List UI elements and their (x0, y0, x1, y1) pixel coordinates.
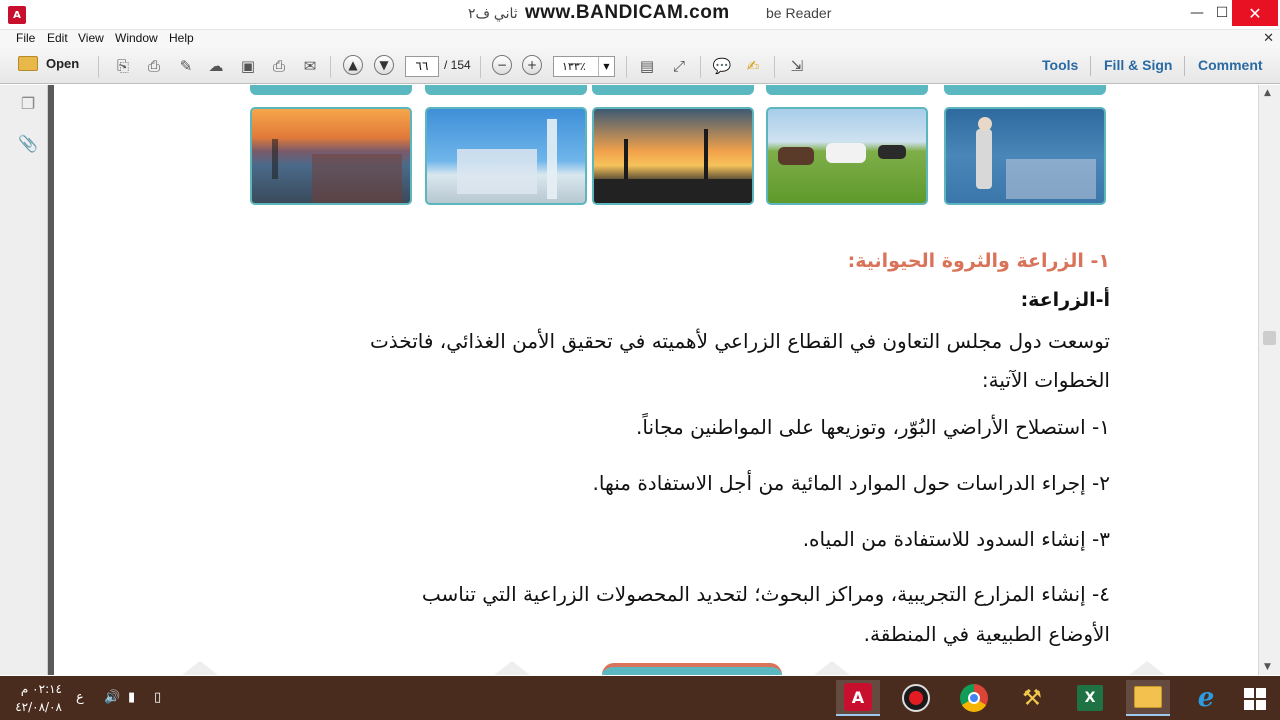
page-total: / 154 (444, 58, 471, 72)
tools-link[interactable]: Tools (1042, 57, 1078, 73)
vertical-scrollbar[interactable]: ▲ ▼ (1258, 85, 1280, 675)
highlight-icon[interactable]: ✍ (742, 56, 764, 76)
chrome-icon (960, 684, 988, 712)
refinery-image (592, 107, 754, 205)
expand-icon[interactable]: ⇲ (786, 56, 808, 76)
title-bar: A ثاني ف٢ www.BANDICAM.com be Reader — ☐… (0, 0, 1280, 30)
bandicam-watermark: www.BANDICAM.com (522, 2, 733, 24)
clock-date: ٤٢/٠٨/٠٨ (15, 700, 62, 714)
fit-page-icon[interactable]: ▤ (636, 56, 658, 76)
list-item: ١- استصلاح الأراضي البُوّر، وتوزيعها على… (636, 415, 1110, 439)
network-icon[interactable]: ▮ (128, 690, 135, 705)
taskbar-acrobat[interactable]: A (836, 680, 880, 716)
edit-pdf-icon[interactable]: ✎ (175, 56, 197, 76)
comment-link[interactable]: Comment (1198, 57, 1263, 73)
cows-pasture-image (766, 107, 928, 205)
taskbar-ie[interactable]: e (1184, 680, 1228, 716)
battery-icon[interactable]: ▯ (154, 690, 161, 705)
scroll-up-icon[interactable]: ▲ (1264, 88, 1271, 98)
page-thumbnails-icon[interactable]: ❐ (18, 93, 38, 113)
chevron-down-icon: ▼ (598, 57, 614, 76)
zoom-in-button[interactable]: + (522, 55, 542, 75)
fit-width-icon[interactable]: ⤢ (668, 56, 690, 76)
toolbar: Open ⎘ ⎙ ✎ ☁ ▣ ⎙ ✉ ▲ ▼ − + ▤ ⤢ 💬 ✍ ⇲ (0, 48, 1280, 84)
taskbar-file-explorer[interactable] (1126, 680, 1170, 716)
folder-icon (1134, 686, 1162, 708)
navigation-pane: ❐ 📎 (0, 85, 48, 675)
attachments-icon[interactable]: 📎 (18, 133, 38, 153)
next-page-button[interactable]: ▼ (374, 55, 394, 75)
system-clock[interactable]: ٠٢:١٤ م ٤٢/٠٨/٠٨ (12, 680, 62, 716)
zoom-select[interactable]: ١٣٣٪ ▼ (553, 56, 615, 77)
menu-view[interactable]: View (78, 31, 104, 45)
menu-file[interactable]: File (16, 31, 35, 45)
previous-page-button[interactable]: ▲ (343, 55, 363, 75)
adobe-reader-icon: A (8, 6, 26, 24)
document-view: ١- الزراعة والثروة الحيوانية: أ-الزراعة:… (54, 85, 1258, 675)
record-icon (902, 684, 930, 712)
page-number-input[interactable]: ٦٦ (405, 56, 439, 77)
category-tab (425, 85, 587, 95)
print-icon[interactable]: ⎙ (268, 56, 290, 76)
taskbar-tool[interactable]: ⚒ (1010, 680, 1054, 716)
industrial-plant-image (425, 107, 587, 205)
category-tab (766, 85, 928, 95)
taskbar-bandicam[interactable] (894, 680, 938, 716)
windows-start-icon[interactable] (1244, 688, 1266, 710)
paragraph-line: توسعت دول مجلس التعاون في القطاع الزراعي… (369, 329, 1110, 353)
open-button[interactable]: Open (18, 56, 79, 71)
open-label: Open (46, 56, 80, 71)
taskbar-excel[interactable]: X (1068, 680, 1112, 716)
zoom-value: ١٣٣٪ (562, 60, 586, 73)
internet-explorer-icon: e (1197, 683, 1215, 713)
export-pdf-icon[interactable]: ⎙ (143, 56, 165, 76)
zoom-out-button[interactable]: − (492, 55, 512, 75)
menu-help[interactable]: Help (169, 31, 194, 45)
section-heading: ١- الزراعة والثروة الحيوانية: (847, 250, 1110, 272)
wrench-icon: ⚒ (1022, 685, 1042, 711)
list-item: ٣- إنشاء السدود للاستفادة من المياه. (802, 527, 1110, 551)
scrollbar-thumb[interactable] (1263, 331, 1276, 345)
save-icon[interactable]: ▣ (237, 56, 259, 76)
category-tab (250, 85, 412, 95)
acrobat-icon: A (844, 683, 872, 711)
email-icon[interactable]: ✉ (299, 56, 321, 76)
fisherman-image (944, 107, 1106, 205)
list-item: الأوضاع الطبيعية في المنطقة. (863, 622, 1110, 646)
upload-cloud-icon[interactable]: ☁ (205, 56, 227, 76)
scroll-down-icon[interactable]: ▼ (1264, 662, 1271, 672)
create-pdf-icon[interactable]: ⎘ (112, 56, 134, 76)
taskbar-chrome[interactable] (952, 680, 996, 716)
close-button[interactable]: ✕ (1232, 0, 1278, 26)
comment-bubble-icon[interactable]: 💬 (711, 56, 733, 76)
language-indicator[interactable]: ع (76, 690, 84, 705)
list-item: ٢- إجراء الدراسات حول الموارد المائية من… (592, 471, 1110, 495)
fill-sign-link[interactable]: Fill & Sign (1104, 57, 1172, 73)
menu-edit[interactable]: Edit (47, 31, 68, 45)
menu-bar: File Edit View Window Help ✕ (0, 30, 1280, 48)
category-tab (944, 85, 1106, 95)
folder-icon (18, 56, 38, 71)
clock-time: ٠٢:١٤ م (20, 682, 62, 696)
window-title: ثاني ف٢ (468, 5, 518, 21)
volume-icon[interactable]: 🔊 (104, 690, 120, 705)
paragraph-line: الخطوات الآتية: (981, 368, 1110, 392)
window-title-suffix: be Reader (766, 5, 832, 21)
port-containers-image (250, 107, 412, 205)
close-document-icon[interactable]: ✕ (1263, 30, 1274, 46)
page-decoration (602, 663, 782, 675)
menu-window[interactable]: Window (115, 31, 158, 45)
list-item: ٤- إنشاء المزارع التجريبية، ومراكز البحو… (421, 582, 1110, 606)
taskbar: ٠٢:١٤ م ٤٢/٠٨/٠٨ ع 🔊 ▮ ▯ A ⚒ X e (0, 676, 1280, 720)
category-tab (592, 85, 754, 95)
excel-icon: X (1077, 685, 1103, 711)
subsection-heading: أ-الزراعة: (1020, 289, 1110, 311)
